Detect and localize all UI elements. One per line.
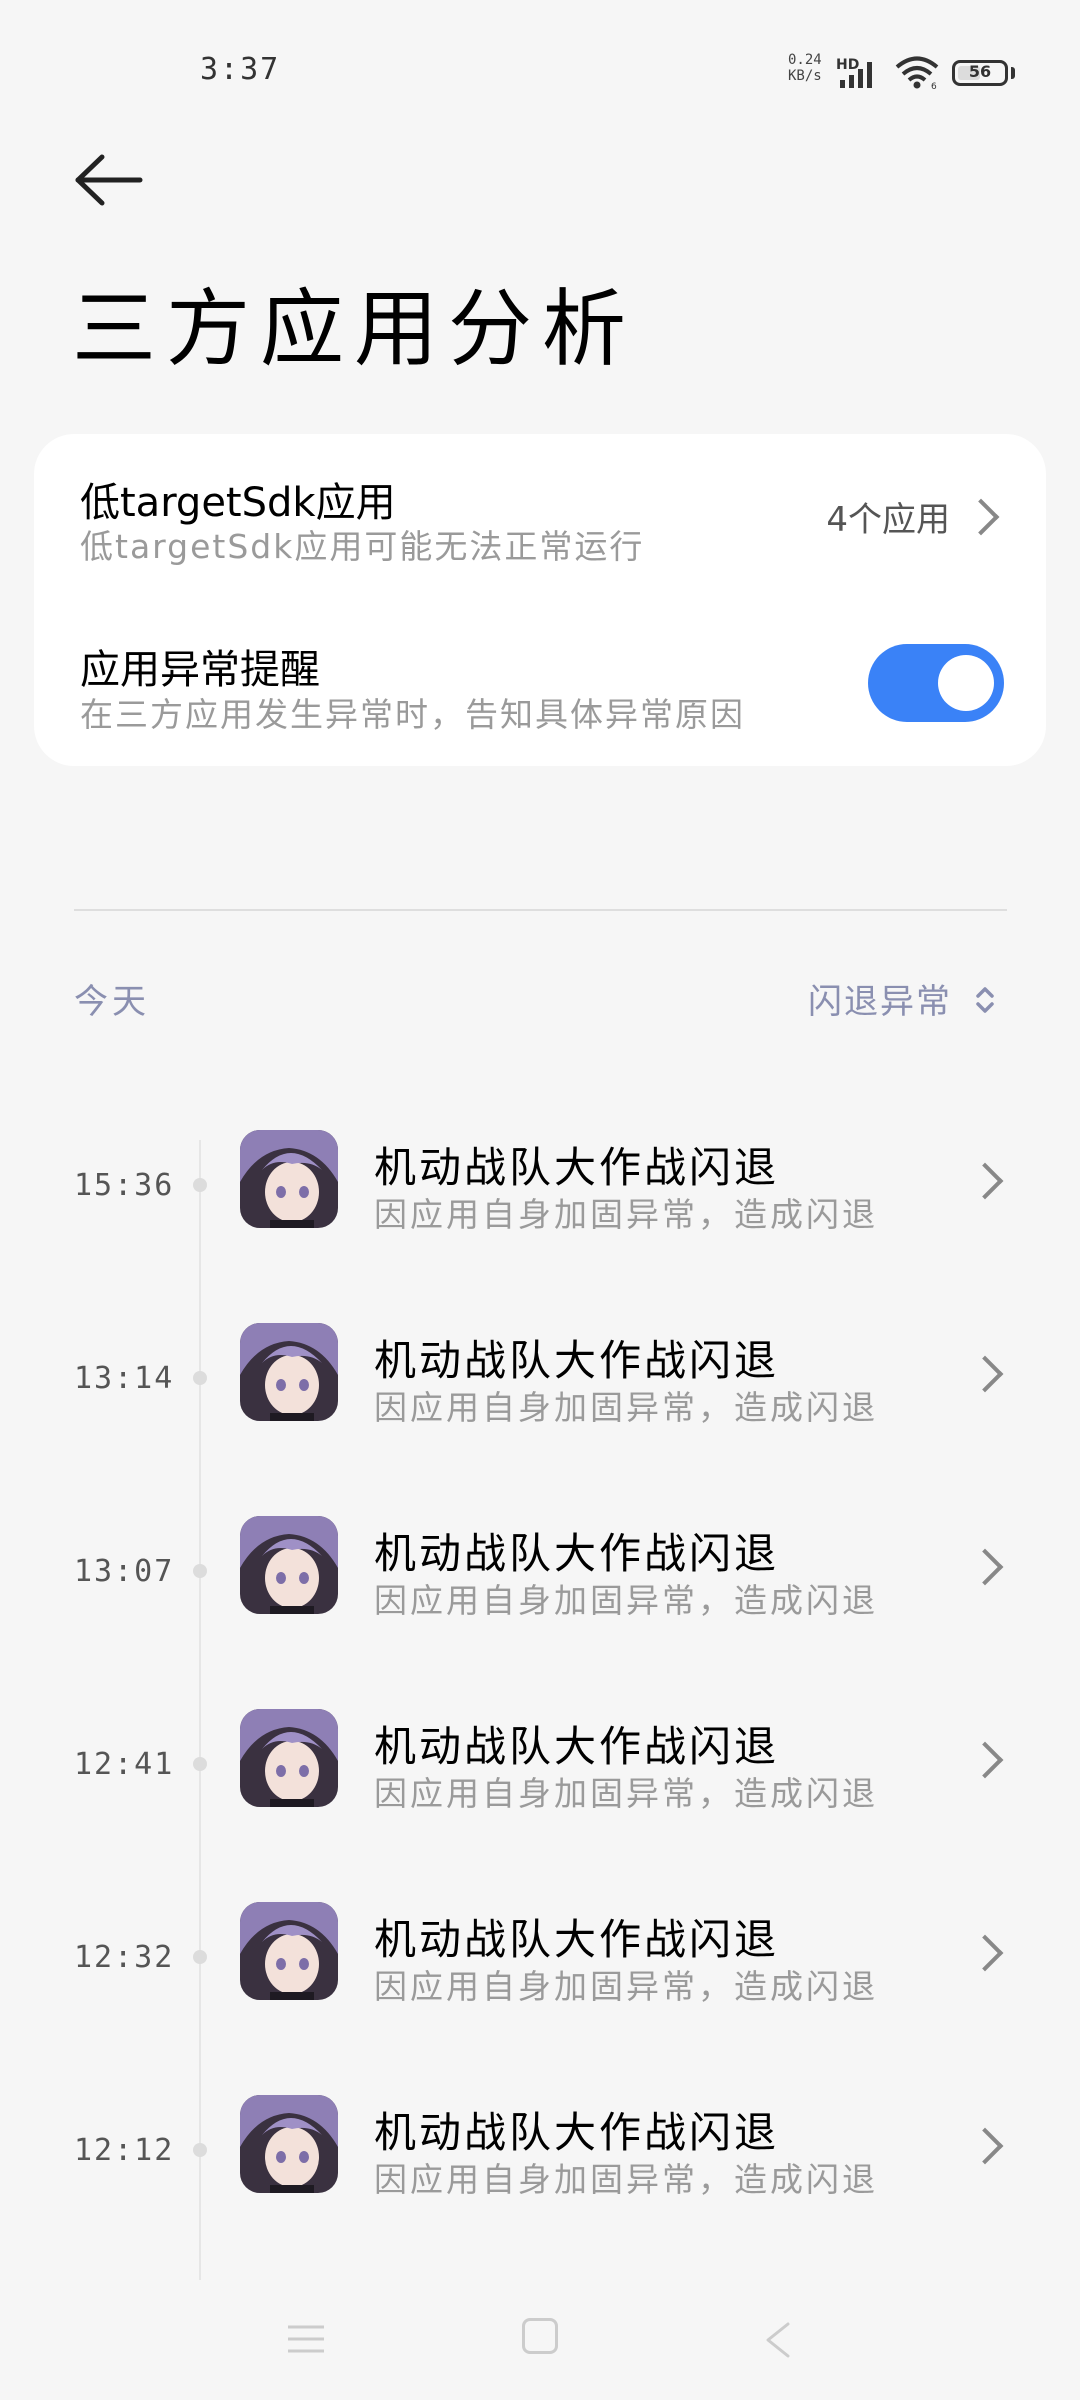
log-title: 机动战队大作战闪退 bbox=[374, 1336, 780, 1385]
timeline-dot bbox=[193, 1564, 207, 1578]
crash-log-item[interactable]: 12:32 机动战队大作战闪退 因应用自身加固异常，造成闪退 bbox=[0, 1902, 1080, 2052]
low-target-sdk-count: 4个应用 bbox=[826, 500, 950, 540]
app-icon bbox=[240, 1130, 338, 1228]
wifi-icon: 6 bbox=[894, 56, 940, 94]
hd-signal-icon: HD bbox=[836, 56, 888, 94]
log-time: 13:07 bbox=[74, 1554, 175, 1589]
log-reason: 因应用自身加固异常，造成闪退 bbox=[374, 1967, 878, 2006]
log-time: 12:41 bbox=[74, 1747, 175, 1782]
crash-log-item[interactable]: 13:07 机动战队大作战闪退 因应用自身加固异常，造成闪退 bbox=[0, 1516, 1080, 1666]
chevron-right-icon bbox=[966, 1355, 1004, 1393]
battery-tip bbox=[1011, 67, 1015, 79]
page-title: 三方应用分析 bbox=[72, 280, 637, 378]
abnormal-alert-subtitle: 在三方应用发生异常时，告知具体异常原因 bbox=[80, 695, 745, 734]
back-arrow-icon bbox=[75, 154, 143, 206]
menu-icon[interactable] bbox=[286, 2322, 326, 2356]
log-time: 12:32 bbox=[74, 1940, 175, 1975]
battery-level: 56 bbox=[968, 62, 992, 81]
status-time: 3:37 bbox=[200, 52, 281, 87]
log-time: 12:12 bbox=[74, 2133, 175, 2168]
log-reason: 因应用自身加固异常，造成闪退 bbox=[374, 2160, 878, 2199]
log-title: 机动战队大作战闪退 bbox=[374, 1915, 780, 1964]
crash-log-item[interactable]: 13:14 机动战队大作战闪退 因应用自身加固异常，造成闪退 bbox=[0, 1323, 1080, 1473]
low-target-sdk-subtitle: 低targetSdk应用可能无法正常运行 bbox=[80, 527, 645, 566]
log-title: 机动战队大作战闪退 bbox=[374, 2108, 780, 2157]
app-icon bbox=[240, 1902, 338, 2000]
log-reason: 因应用自身加固异常，造成闪退 bbox=[374, 1388, 878, 1427]
timeline-dot bbox=[193, 1757, 207, 1771]
chevron-right-icon bbox=[966, 2127, 1004, 2165]
chevron-right-icon bbox=[966, 1162, 1004, 1200]
day-label: 今天 bbox=[74, 982, 150, 1022]
log-title: 机动战队大作战闪退 bbox=[374, 1529, 780, 1578]
app-icon bbox=[240, 1516, 338, 1614]
crash-log-item[interactable]: 12:41 机动战队大作战闪退 因应用自身加固异常，造成闪退 bbox=[0, 1709, 1080, 1859]
crash-log-item[interactable]: 15:36 机动战队大作战闪退 因应用自身加固异常，造成闪退 bbox=[0, 1130, 1080, 1280]
abnormal-alert-toggle[interactable] bbox=[868, 644, 1004, 722]
chevron-right-icon bbox=[966, 1934, 1004, 1972]
timeline-dot bbox=[193, 1178, 207, 1192]
log-title: 机动战队大作战闪退 bbox=[374, 1143, 780, 1192]
abnormal-alert-title: 应用异常提醒 bbox=[80, 647, 320, 693]
network-speed-value: 0.24 bbox=[788, 52, 822, 68]
nav-back-icon[interactable] bbox=[762, 2320, 792, 2364]
log-title: 机动战队大作战闪退 bbox=[374, 1722, 780, 1771]
chevron-right-icon bbox=[966, 1741, 1004, 1779]
timeline-dot bbox=[193, 1950, 207, 1964]
app-icon bbox=[240, 2095, 338, 2193]
back-button[interactable] bbox=[70, 145, 160, 215]
log-reason: 因应用自身加固异常，造成闪退 bbox=[374, 1195, 878, 1234]
crash-log-item[interactable]: 12:12 机动战队大作战闪退 因应用自身加固异常，造成闪退 bbox=[0, 2095, 1080, 2245]
network-speed-unit: KB/s bbox=[788, 68, 822, 84]
timeline-dot bbox=[193, 1371, 207, 1385]
log-reason: 因应用自身加固异常，造成闪退 bbox=[374, 1774, 878, 1813]
timeline-dot bbox=[193, 2143, 207, 2157]
log-reason: 因应用自身加固异常，造成闪退 bbox=[374, 1581, 878, 1620]
log-time: 15:36 bbox=[74, 1168, 175, 1203]
network-speed: 0.24 KB/s bbox=[788, 52, 832, 84]
toggle-knob bbox=[938, 655, 994, 711]
sort-toggle-icon[interactable] bbox=[974, 982, 996, 1018]
battery-icon: 56 bbox=[952, 60, 1008, 86]
chevron-right-icon bbox=[966, 1548, 1004, 1586]
hd-label: HD bbox=[836, 57, 859, 73]
log-time: 13:14 bbox=[74, 1361, 175, 1396]
home-icon[interactable] bbox=[522, 2318, 558, 2354]
divider bbox=[74, 909, 1007, 911]
filter-dropdown[interactable]: 闪退异常 bbox=[808, 974, 952, 1023]
app-icon bbox=[240, 1323, 338, 1421]
app-icon bbox=[240, 1709, 338, 1807]
svg-text:6: 6 bbox=[931, 82, 937, 90]
